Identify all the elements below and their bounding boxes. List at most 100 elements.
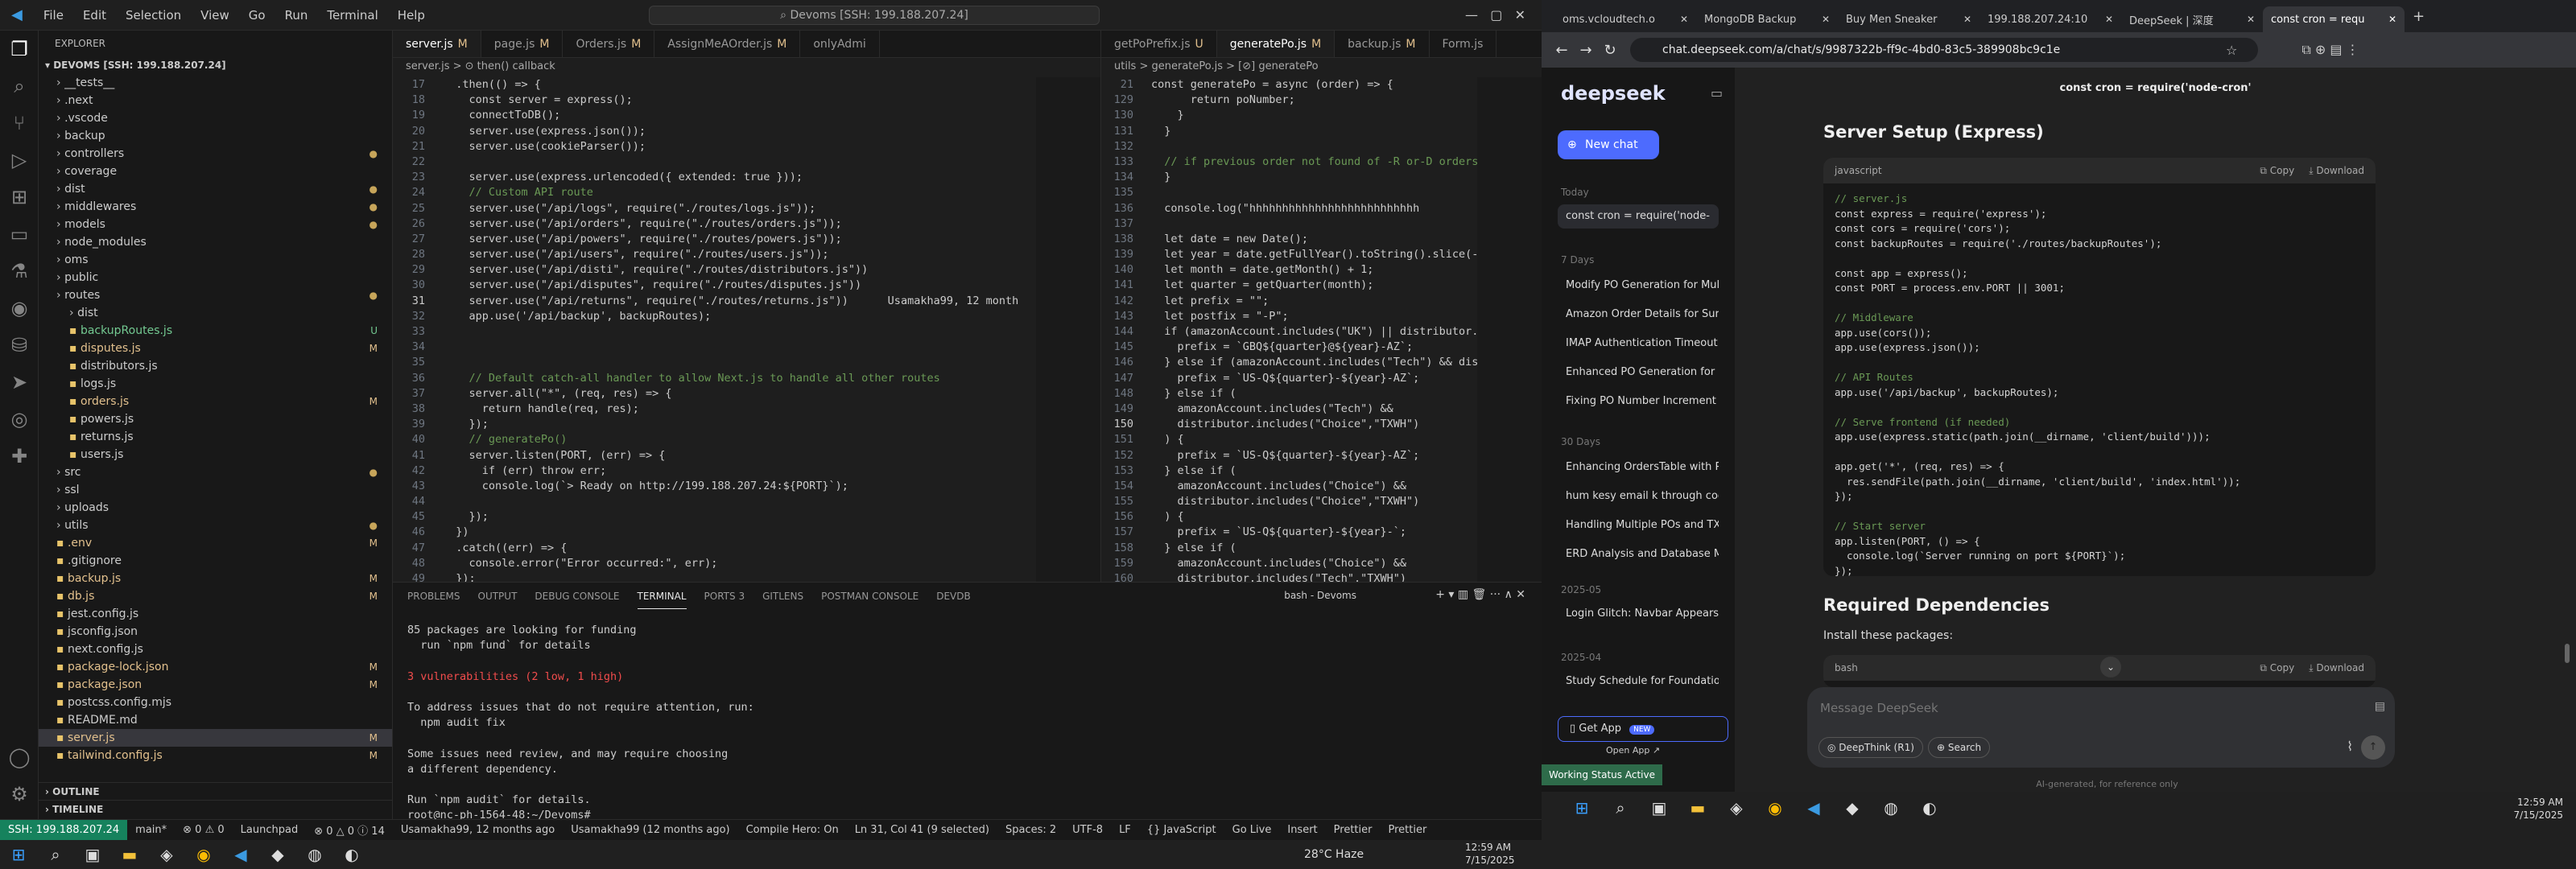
code-line[interactable]: 25 server.use("/api/logs", require("./ro… — [393, 201, 1100, 216]
close-icon[interactable]: ✕ — [1680, 14, 1688, 25]
code-line[interactable]: 42 if (err) throw err; — [393, 463, 1100, 479]
code-line[interactable]: 32 app.use('/api/backup', backupRoutes); — [393, 309, 1100, 324]
close-icon[interactable]: ✕ — [2388, 14, 2396, 25]
task-view-icon[interactable]: ▣ — [74, 840, 111, 869]
account-icon[interactable]: ◯ — [0, 739, 39, 776]
menu-item-selection[interactable]: Selection — [116, 8, 191, 23]
file-tree-item[interactable]: › coverage — [39, 163, 392, 180]
task-view-icon[interactable]: ▣ — [1643, 798, 1675, 818]
file-tree-item[interactable]: ▪ next.config.js — [39, 640, 392, 658]
code-line[interactable]: 21 const generatePo = async (order) => { — [1101, 77, 1542, 93]
status-item[interactable]: Prettier — [1326, 824, 1381, 836]
file-tree-item[interactable]: › models ● — [39, 216, 392, 233]
menu-item-edit[interactable]: Edit — [73, 8, 116, 23]
panel-tab[interactable]: DEVDB — [936, 591, 971, 602]
panel-tab[interactable]: TERMINAL — [637, 584, 687, 609]
app-icon[interactable]: ◍ — [296, 840, 333, 869]
code-line[interactable]: 22 — [393, 154, 1100, 170]
message-input[interactable] — [1820, 698, 2319, 718]
file-tree-item[interactable]: ▪ logs.js — [39, 375, 392, 393]
code-line[interactable]: 135 — [1101, 185, 1542, 200]
code-line[interactable]: 143 let postfix = "-P"; — [1101, 309, 1542, 324]
editor-tab[interactable]: onlyAdmi — [800, 31, 880, 57]
code-line[interactable]: 40 // generatePo() — [393, 432, 1100, 447]
chat-history-item[interactable]: IMAP Authentication Timeout Er — [1558, 332, 1719, 356]
code-line[interactable]: 131 } — [1101, 124, 1542, 139]
file-tree-item[interactable]: › dist ● — [39, 180, 392, 198]
code-line[interactable]: 38 return handle(req, res); — [393, 402, 1100, 417]
chat-history-item[interactable]: ERD Analysis and Database Mod — [1558, 542, 1719, 566]
vscode-taskbar-icon[interactable]: ◀ — [222, 840, 259, 869]
code-line[interactable]: 41 server.listen(PORT, (err) => { — [393, 448, 1100, 463]
editor-tab[interactable]: Orders.js M — [563, 31, 655, 57]
live-share-icon[interactable]: ➤ — [0, 364, 39, 401]
file-tree-item[interactable]: › backup — [39, 127, 392, 145]
editor-right[interactable]: getPoPrefix.js UgeneratePo.js Mbackup.js M F… — [1101, 31, 1542, 582]
menu-item-terminal[interactable]: Terminal — [317, 8, 387, 23]
code-line[interactable]: 159 amazonAccount.includes("Choice") && — [1101, 556, 1542, 571]
app-icon[interactable]: ◍ — [1875, 798, 1907, 818]
status-item[interactable]: Usamakha99, 12 months ago — [393, 824, 563, 836]
status-item[interactable]: ⊗ 0 ⚠ 0 — [175, 824, 233, 836]
status-item[interactable]: main* — [127, 824, 175, 836]
code-line[interactable]: 48 console.error("Error occurred:", err)… — [393, 556, 1100, 571]
code-line[interactable]: 19 connectToDB(); — [393, 108, 1100, 123]
back-icon[interactable]: ← — [1550, 42, 1574, 59]
code-line[interactable]: 35 — [393, 355, 1100, 370]
file-tree-item[interactable]: ▪ package.json M — [39, 676, 392, 694]
terminal-actions-icon[interactable]: + ▾ ▥ 🗑 ··· ∧ ✕ — [1435, 588, 1525, 601]
menu-item-help[interactable]: Help — [388, 8, 435, 23]
menu-item-file[interactable]: File — [34, 8, 73, 23]
code-line[interactable]: 44 — [393, 494, 1100, 509]
status-item[interactable]: Go Live — [1224, 824, 1280, 836]
file-tree-item[interactable]: › public — [39, 269, 392, 286]
file-tree-item[interactable]: ▪ README.md — [39, 711, 392, 729]
new-tab-icon[interactable]: + — [2413, 8, 2425, 25]
code-line[interactable]: 153 } else if ( — [1101, 463, 1542, 479]
status-item[interactable]: {} JavaScript — [1139, 824, 1224, 836]
menu-item-run[interactable]: Run — [275, 8, 318, 23]
code-line[interactable]: 36 // Default catch-all handler to allow… — [393, 371, 1100, 386]
code-line[interactable]: 156 ) { — [1101, 509, 1542, 525]
store-icon[interactable]: ◈ — [148, 840, 185, 869]
testing-icon[interactable]: ⚗ — [0, 253, 39, 290]
search-toggle[interactable]: ⊕ Search — [1928, 737, 1991, 758]
file-tree-item[interactable]: › ssl — [39, 481, 392, 499]
close-icon[interactable]: ✕ — [1822, 14, 1830, 25]
download-button[interactable]: ⤓ Download — [2309, 165, 2364, 177]
chat-history-item[interactable]: Amazon Order Details for Surge — [1558, 303, 1719, 327]
code-line[interactable]: 37 server.all("*", (req, res) => { — [393, 386, 1100, 402]
weather-label[interactable]: 28°C Haze — [1304, 848, 1364, 861]
editor-left[interactable]: server.js Mpage.js M Orders.js M AssignMeAOrd… — [393, 31, 1101, 582]
terminal-title[interactable]: bash - Devoms — [1284, 590, 1356, 601]
minimap[interactable] — [1036, 77, 1100, 582]
code-line[interactable]: 132 — [1101, 139, 1542, 154]
editor-tab[interactable]: getPoPrefix.js U — [1101, 31, 1217, 57]
clock-date[interactable]: 7/15/2025 — [1465, 855, 1515, 866]
copy-button[interactable]: ⧉ Copy — [2260, 165, 2294, 177]
code-line[interactable]: 17 .then(() => { — [393, 77, 1100, 93]
browser-tab[interactable]: 199.188.207.24:10 ✕ — [1979, 6, 2121, 32]
status-item[interactable]: Compile Hero: On — [738, 824, 847, 836]
editor-tab[interactable]: generatePo.js M — [1216, 31, 1335, 57]
extensions-icon[interactable]: ⧉ ⊕ ▤ ⋮ — [2301, 42, 2359, 58]
panel-tab[interactable]: GITLENS — [762, 591, 803, 602]
file-tree-item[interactable]: › .vscode — [39, 109, 392, 127]
file-tree-item[interactable]: ▪ jsconfig.json — [39, 623, 392, 640]
working-status-toast[interactable]: Working Status Active — [1542, 764, 1662, 785]
file-tree-item[interactable]: ▪ backupRoutes.js U — [39, 322, 392, 340]
code-area[interactable]: 21 const generatePo = async (order) => { 1… — [1101, 77, 1542, 582]
open-app-link[interactable]: Open App ↗ — [1606, 745, 1660, 756]
code-area[interactable]: 17 .then(() => {18 const server = expres… — [393, 77, 1100, 582]
minimap[interactable] — [1477, 77, 1542, 582]
clock-time[interactable]: 12:59 AM — [2517, 797, 2563, 808]
close-icon[interactable]: ✕ — [2247, 14, 2255, 25]
puzzle-icon[interactable]: ✚ — [0, 438, 39, 475]
chrome-icon[interactable]: ◉ — [1759, 798, 1791, 818]
menu-item-go[interactable]: Go — [239, 8, 275, 23]
editor-tab[interactable]: AssignMeAOrder.js M — [654, 31, 801, 57]
taskbar-search-icon[interactable]: ⌕ — [1604, 798, 1637, 818]
browser-tab[interactable]: MongoDB Backup ✕ — [1696, 6, 1838, 32]
breadcrumb[interactable]: utils > generatePo.js > [⊘] generatePo — [1101, 58, 1542, 76]
chrome-icon[interactable]: ◉ — [185, 840, 222, 869]
